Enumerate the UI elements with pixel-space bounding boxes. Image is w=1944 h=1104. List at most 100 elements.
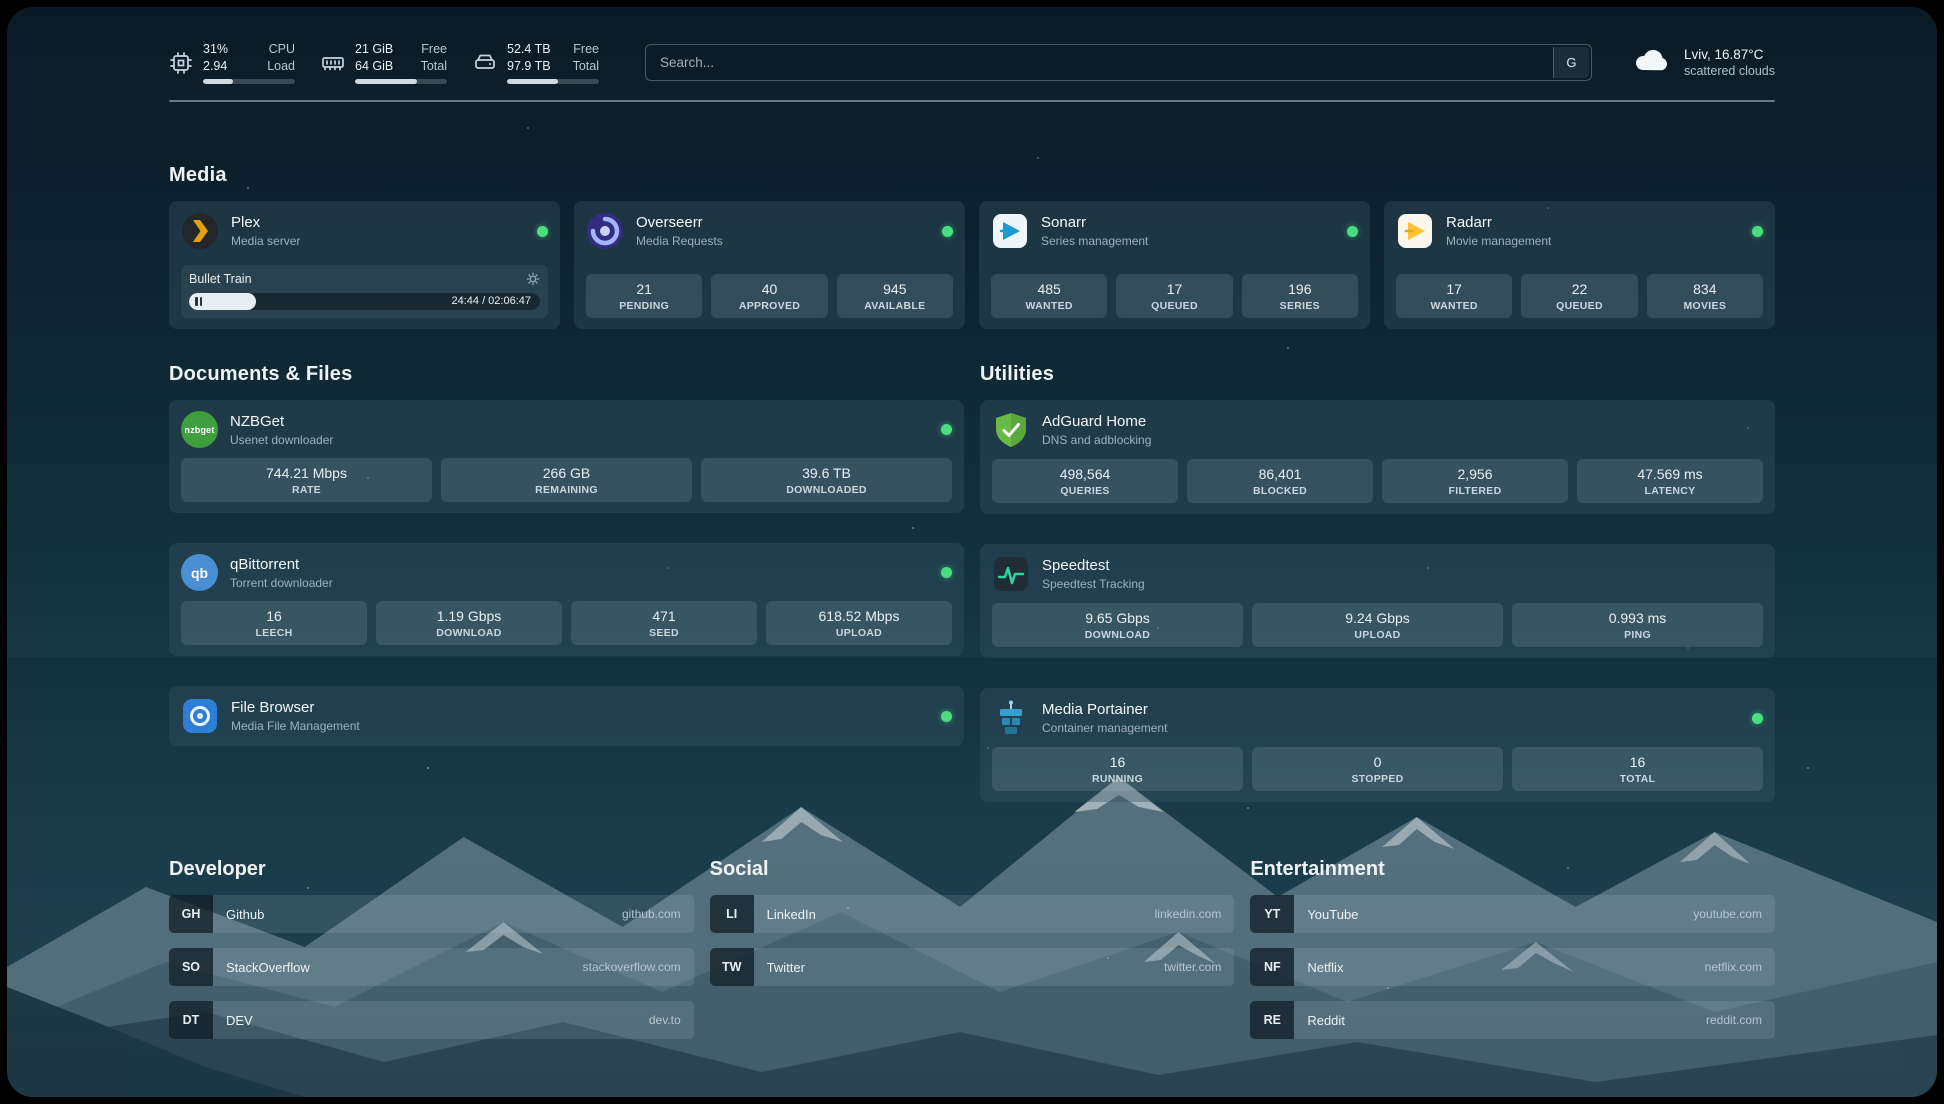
service-card-qbittorrent[interactable]: qb qBittorrent Torrent downloader 16LEEC… bbox=[169, 543, 964, 656]
search-bar: G bbox=[645, 44, 1592, 81]
service-name: qBittorrent bbox=[230, 555, 929, 574]
service-card-sonarr[interactable]: Sonarr Series management 485WANTED 17QUE… bbox=[979, 201, 1370, 329]
bookmark-github[interactable]: GH Github github.com bbox=[169, 895, 694, 933]
bookmark-stackoverflow[interactable]: SO StackOverflow stackoverflow.com bbox=[169, 948, 694, 986]
search-provider-button[interactable]: G bbox=[1553, 47, 1589, 78]
cpu-load: 2.94 bbox=[203, 58, 227, 75]
now-playing-title: Bullet Train bbox=[189, 272, 252, 286]
service-description: Container management bbox=[1042, 721, 1740, 736]
bookmark-abbr: SO bbox=[169, 948, 213, 986]
service-description: Media Requests bbox=[636, 234, 930, 249]
bookmark-name: StackOverflow bbox=[213, 948, 583, 986]
bookmark-url: reddit.com bbox=[1706, 1001, 1775, 1039]
stat-series: 196SERIES bbox=[1242, 274, 1358, 318]
bookmark-dev[interactable]: DT DEV dev.to bbox=[169, 1001, 694, 1039]
bookmark-abbr: DT bbox=[169, 1001, 213, 1039]
stat-leech: 16LEECH bbox=[181, 601, 367, 645]
service-name: File Browser bbox=[231, 698, 929, 717]
service-card-portainer[interactable]: Media Portainer Container management 16R… bbox=[980, 688, 1775, 802]
bookmark-url: stackoverflow.com bbox=[583, 948, 694, 986]
service-description: Media server bbox=[231, 234, 525, 249]
service-description: Media File Management bbox=[231, 719, 929, 734]
service-name: Media Portainer bbox=[1042, 700, 1740, 719]
stat-latency: 47.569 msLATENCY bbox=[1577, 459, 1763, 503]
memory-label-2: Total bbox=[421, 58, 447, 75]
service-card-plex[interactable]: Plex Media server Bullet Train bbox=[169, 201, 560, 329]
service-card-overseerr[interactable]: Overseerr Media Requests 21PENDING 40APP… bbox=[574, 201, 965, 329]
service-card-nzbget[interactable]: nzbget NZBGet Usenet downloader 744.21 M… bbox=[169, 400, 964, 513]
stat-queries: 498,564QUERIES bbox=[992, 459, 1178, 503]
stat-remaining: 266 GBREMAINING bbox=[441, 458, 692, 502]
stat-ping: 0.993 msPING bbox=[1512, 603, 1763, 647]
service-card-filebrowser[interactable]: File Browser Media File Management bbox=[169, 686, 964, 746]
bookmark-netflix[interactable]: NF Netflix netflix.com bbox=[1250, 948, 1775, 986]
stat-seed: 471SEED bbox=[571, 601, 757, 645]
bookmark-youtube[interactable]: YT YouTube youtube.com bbox=[1250, 895, 1775, 933]
speedtest-icon bbox=[992, 555, 1030, 593]
stat-wanted: 17WANTED bbox=[1396, 274, 1512, 318]
service-name: NZBGet bbox=[230, 412, 929, 431]
service-card-adguard[interactable]: AdGuard Home DNS and adblocking 498,564Q… bbox=[980, 400, 1775, 514]
bookmark-name: Reddit bbox=[1294, 1001, 1706, 1039]
memory-usage-bar bbox=[355, 79, 447, 84]
snow-specks bbox=[7, 7, 9, 9]
disk-icon bbox=[473, 51, 497, 75]
memory-label-1: Free bbox=[421, 41, 447, 58]
section-media: Media Plex Media server bbox=[169, 164, 1775, 329]
status-indicator bbox=[941, 711, 952, 722]
stat-pending: 21PENDING bbox=[586, 274, 702, 318]
service-description: Series management bbox=[1041, 234, 1335, 249]
stat-available: 945AVAILABLE bbox=[837, 274, 953, 318]
stat-running: 16RUNNING bbox=[992, 747, 1243, 791]
bookmark-name: LinkedIn bbox=[754, 895, 1155, 933]
stat-upload: 618.52 MbpsUPLOAD bbox=[766, 601, 952, 645]
pause-icon[interactable] bbox=[195, 297, 202, 306]
stat-download: 1.19 GbpsDOWNLOAD bbox=[376, 601, 562, 645]
cpu-label-1: CPU bbox=[269, 41, 295, 58]
bookmark-name: Netflix bbox=[1294, 948, 1704, 986]
bookmark-url: twitter.com bbox=[1164, 948, 1234, 986]
bookmark-url: youtube.com bbox=[1693, 895, 1775, 933]
bookmark-name: Github bbox=[213, 895, 622, 933]
stat-total: 16TOTAL bbox=[1512, 747, 1763, 791]
stat-downloaded: 39.6 TBDOWNLOADED bbox=[701, 458, 952, 502]
memory-icon bbox=[321, 51, 345, 75]
status-indicator bbox=[1752, 713, 1763, 724]
service-name: Sonarr bbox=[1041, 213, 1335, 232]
cpu-widget: 31%CPU 2.94Load bbox=[169, 41, 295, 84]
weather-location: Lviv, 16.87°C bbox=[1684, 47, 1775, 62]
bookmark-reddit[interactable]: RE Reddit reddit.com bbox=[1250, 1001, 1775, 1039]
gear-icon[interactable] bbox=[526, 272, 540, 286]
cpu-usage-bar bbox=[203, 79, 295, 84]
cpu-usage-fill bbox=[203, 79, 233, 84]
overseerr-icon bbox=[586, 212, 624, 250]
service-card-speedtest[interactable]: Speedtest Speedtest Tracking 9.65 GbpsDO… bbox=[980, 544, 1775, 658]
bookmark-linkedin[interactable]: LI LinkedIn linkedin.com bbox=[710, 895, 1235, 933]
playback-progress-bar[interactable]: 24:44 / 02:06:47 bbox=[189, 293, 540, 310]
service-name: AdGuard Home bbox=[1042, 412, 1763, 431]
status-indicator bbox=[942, 226, 953, 237]
search-input[interactable] bbox=[645, 44, 1592, 81]
disk-label-2: Total bbox=[573, 58, 599, 75]
topbar-divider bbox=[169, 100, 1775, 102]
bookmark-twitter[interactable]: TW Twitter twitter.com bbox=[710, 948, 1235, 986]
service-card-radarr[interactable]: Radarr Movie management 17WANTED 22QUEUE… bbox=[1384, 201, 1775, 329]
service-name: Speedtest bbox=[1042, 556, 1763, 575]
nzbget-icon: nzbget bbox=[181, 411, 218, 448]
cpu-percent: 31% bbox=[203, 41, 228, 58]
bookmark-group-title: Social bbox=[710, 858, 1235, 881]
status-indicator bbox=[1347, 226, 1358, 237]
disk-usage-bar bbox=[507, 79, 599, 84]
bookmark-abbr: TW bbox=[710, 948, 754, 986]
section-utilities: Utilities bbox=[980, 363, 1775, 802]
top-bar: 31%CPU 2.94Load 21 GiBFree 64 Gi bbox=[169, 41, 1775, 84]
bookmark-name: Twitter bbox=[754, 948, 1164, 986]
bookmark-url: netflix.com bbox=[1705, 948, 1775, 986]
stat-download: 9.65 GbpsDOWNLOAD bbox=[992, 603, 1243, 647]
bookmark-abbr: RE bbox=[1250, 1001, 1294, 1039]
service-name: Overseerr bbox=[636, 213, 930, 232]
disk-usage-fill bbox=[507, 79, 558, 84]
bookmark-name: YouTube bbox=[1294, 895, 1693, 933]
bookmark-url: github.com bbox=[622, 895, 694, 933]
service-name: Radarr bbox=[1446, 213, 1740, 232]
